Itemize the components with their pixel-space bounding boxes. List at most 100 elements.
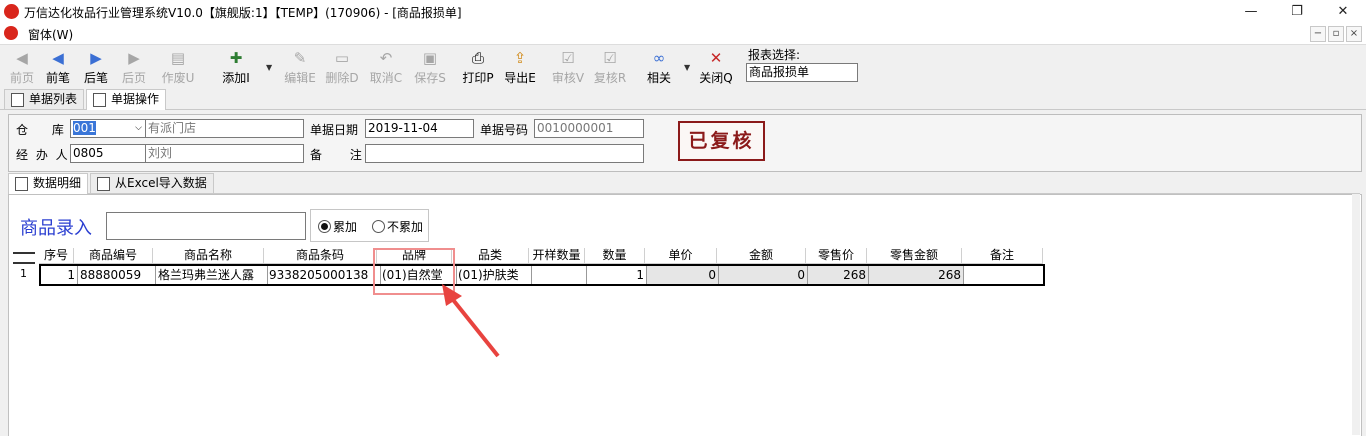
app-logo-icon <box>4 26 18 40</box>
minimize-button[interactable]: — <box>1228 0 1274 23</box>
column-header[interactable]: 商品名称 <box>153 248 264 264</box>
detail-tab-bar: 数据明细 从Excel导入数据 <box>8 173 1360 194</box>
remark-field[interactable] <box>365 144 644 163</box>
cell-quantity[interactable]: 1 <box>587 266 647 284</box>
document-icon <box>93 93 106 107</box>
audit-icon: ☑ <box>561 49 575 67</box>
doc-no-field: 0010000001 <box>534 119 644 138</box>
first-page-button[interactable]: ◀ 前页 <box>4 45 40 89</box>
cancel-icon: ↶ <box>379 49 393 67</box>
radio-accumulate[interactable]: 累加 <box>318 218 357 235</box>
cell-remark[interactable] <box>964 266 1043 284</box>
report-select-dropdown[interactable]: 商品报损单 <box>746 63 858 82</box>
tab-document-list[interactable]: 单据列表 <box>4 89 85 109</box>
menu-window[interactable]: 窗体(W) <box>28 26 73 43</box>
void-button[interactable]: ▤ 作废U <box>158 45 198 89</box>
warehouse-code-select[interactable]: 001 ⌵ <box>70 119 146 138</box>
cell-seq[interactable]: 1 <box>41 266 78 284</box>
annotation-arrow-icon <box>442 284 500 358</box>
prev-record-button[interactable]: ◀ 前笔 <box>40 45 76 89</box>
cell-retail-amount[interactable]: 268 <box>869 266 964 284</box>
cell-amount[interactable]: 0 <box>719 266 808 284</box>
save-button[interactable]: ▣ 保存S <box>410 45 450 89</box>
handler-code-field[interactable]: 0805 <box>70 144 146 163</box>
list-icon <box>11 93 24 107</box>
edit-icon: ✎ <box>293 49 307 67</box>
column-header[interactable]: 数量 <box>585 248 645 264</box>
doc-no-label: 单据号码 <box>480 123 529 137</box>
delete-button[interactable]: ▭ 删除D <box>322 45 362 89</box>
column-header[interactable]: 备注 <box>962 248 1043 264</box>
cancel-button[interactable]: ↶ 取消C <box>366 45 406 89</box>
export-icon: ⇪ <box>513 49 527 67</box>
print-icon: ⎙ <box>471 49 484 67</box>
related-button[interactable]: ∞ 相关 <box>642 45 676 89</box>
delete-icon: ▭ <box>334 49 350 67</box>
maximize-button[interactable]: ❐ <box>1274 0 1320 23</box>
column-header[interactable]: 品类 <box>452 248 529 264</box>
toolbar: ◀ 前页 ◀ 前笔 ▶ 后笔 ▶ 后页 ▤ 作废U ✚ 添加I ▼ ✎ 编辑E ▭ 删除D ↶ 取… <box>0 45 1366 89</box>
column-header[interactable]: 开样数量 <box>529 248 585 264</box>
handler-label: 经 办 人 <box>16 148 70 162</box>
report-select-label: 报表选择: <box>748 48 801 62</box>
menu-bar: 窗体(W) − ▫ × <box>0 23 1366 45</box>
add-dropdown-arrow-icon[interactable]: ▼ <box>266 63 272 72</box>
main-tab-bar: 单据列表 单据操作 <box>0 89 1366 110</box>
date-field[interactable]: 2019-11-04 <box>365 119 474 138</box>
mdi-minimize-button[interactable]: − <box>1310 26 1326 42</box>
next-record-button[interactable]: ▶ 后笔 <box>78 45 114 89</box>
mdi-restore-button[interactable]: ▫ <box>1328 26 1344 42</box>
mdi-close-button[interactable]: × <box>1346 26 1362 42</box>
radio-checked-icon <box>318 220 331 233</box>
close-window-button[interactable]: ✕ <box>1320 0 1366 23</box>
last-page-icon: ▶ <box>128 49 140 67</box>
cell-sample-qty[interactable] <box>531 266 587 284</box>
column-header[interactable]: 商品条码 <box>264 248 377 264</box>
warehouse-label: 仓 库 <box>16 123 74 137</box>
cell-retail-price[interactable]: 268 <box>808 266 869 284</box>
link-icon: ∞ <box>652 49 666 67</box>
column-header[interactable]: 零售金额 <box>867 248 962 264</box>
row-indicator: 1 <box>20 267 27 280</box>
rechecked-stamp: 已复核 <box>678 121 765 161</box>
handler-name-field: 刘刘 <box>145 144 304 163</box>
next-record-icon: ▶ <box>90 49 102 67</box>
document-icon <box>15 177 28 191</box>
tab-data-detail[interactable]: 数据明细 <box>8 173 89 194</box>
column-header[interactable]: 序号 <box>39 248 74 264</box>
cell-product-name[interactable]: 格兰玛弗兰迷人露 <box>156 266 268 284</box>
export-button[interactable]: ⇪ 导出E <box>500 45 540 89</box>
cell-barcode[interactable]: 9338205000138 <box>267 266 381 284</box>
date-label: 单据日期 <box>310 123 359 137</box>
column-header[interactable]: 商品编号 <box>74 248 153 264</box>
radio-unchecked-icon <box>372 220 385 233</box>
add-icon: ✚ <box>229 49 243 67</box>
close-button[interactable]: ✕ 关闭Q <box>698 45 734 89</box>
column-header[interactable]: 单价 <box>645 248 717 264</box>
column-header[interactable]: 金额 <box>717 248 806 264</box>
product-entry-label: 商品录入 <box>20 218 92 239</box>
title-bar: 万信达化妆品行业管理系统V10.0【旗舰版:1】【TEMP】(170906) -… <box>0 0 1366 23</box>
first-page-icon: ◀ <box>16 49 28 67</box>
vertical-scrollbar[interactable] <box>1352 194 1360 435</box>
product-entry-input[interactable] <box>106 212 306 240</box>
table-row[interactable]: 1 88880059 格兰玛弗兰迷人露 9338205000138 (01)自然… <box>39 264 1045 286</box>
related-dropdown-arrow-icon[interactable]: ▼ <box>684 63 690 72</box>
tab-document-operation[interactable]: 单据操作 <box>86 89 167 110</box>
prev-record-icon: ◀ <box>52 49 64 67</box>
last-page-button[interactable]: ▶ 后页 <box>116 45 152 89</box>
void-icon: ▤ <box>170 49 186 67</box>
recheck-button[interactable]: ☑ 复核R <box>590 45 630 89</box>
column-header[interactable]: 零售价 <box>806 248 867 264</box>
radio-no-accumulate[interactable]: 不累加 <box>372 218 423 235</box>
edit-button[interactable]: ✎ 编辑E <box>280 45 320 89</box>
window-title: 万信达化妆品行业管理系统V10.0【旗舰版:1】【TEMP】(170906) -… <box>24 6 462 20</box>
cell-product-code[interactable]: 88880059 <box>78 266 156 284</box>
audit-button[interactable]: ☑ 审核V <box>548 45 588 89</box>
add-button[interactable]: ✚ 添加I <box>214 45 258 89</box>
print-button[interactable]: ⎙ 打印P <box>458 45 498 89</box>
app-logo-icon <box>4 4 19 19</box>
grid-menu-icon[interactable] <box>13 252 35 264</box>
cell-unit-price[interactable]: 0 <box>647 266 719 284</box>
tab-import-excel[interactable]: 从Excel导入数据 <box>90 173 214 193</box>
